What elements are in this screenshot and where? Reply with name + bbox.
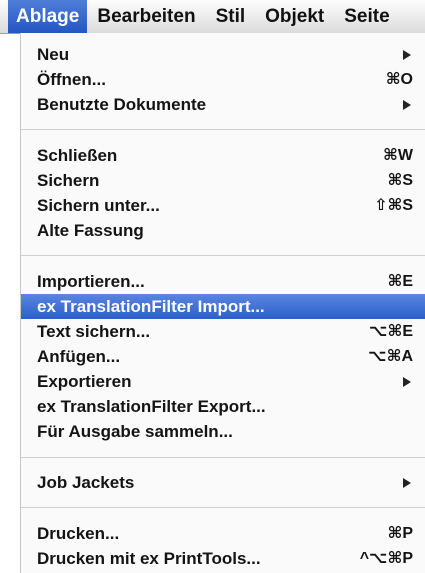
menu-item-drucken-printtools[interactable]: Drucken mit ex PrintTools... ^⌥⌘P bbox=[21, 546, 425, 571]
submenu-arrow-icon bbox=[403, 100, 411, 110]
menu-item-translationfilter-export[interactable]: ex TranslationFilter Export... bbox=[21, 394, 425, 419]
submenu-arrow-icon bbox=[403, 50, 411, 60]
menu-item-fuer-ausgabe-sammeln[interactable]: Für Ausgabe sammeln... bbox=[21, 419, 425, 444]
shortcut-label: ⌘O bbox=[385, 71, 413, 88]
shortcut-label: ⇧⌘S bbox=[374, 197, 413, 214]
shortcut-label: ⌘S bbox=[387, 172, 413, 189]
menu-item-label: Anfügen... bbox=[37, 346, 121, 366]
shortcut-label: ⌘P bbox=[387, 525, 413, 542]
menu-item-benutzte-dokumente[interactable]: Benutzte Dokumente bbox=[21, 92, 425, 117]
menu-item-neu[interactable]: Neu bbox=[21, 42, 425, 67]
menu-item-oeffnen[interactable]: Öffnen... ⌘O bbox=[21, 67, 425, 92]
menu-separator bbox=[21, 129, 425, 130]
menu-item-text-sichern[interactable]: Text sichern... ⌥⌘E bbox=[21, 319, 425, 344]
menu-item-label: Öffnen... bbox=[37, 69, 106, 89]
menu-item-label: Drucken... bbox=[37, 523, 120, 543]
menu-separator bbox=[21, 255, 425, 256]
menu-item-sichern[interactable]: Sichern ⌘S bbox=[21, 168, 425, 193]
shortcut-label: ^⌥⌘P bbox=[359, 550, 413, 567]
submenu-arrow-icon bbox=[403, 377, 411, 387]
menu-item-label: Schließen bbox=[37, 145, 118, 165]
menu-item-label: Sichern unter... bbox=[37, 195, 160, 215]
menu-item-sichern-unter[interactable]: Sichern unter... ⇧⌘S bbox=[21, 193, 425, 218]
menubar-objekt[interactable]: Objekt bbox=[255, 0, 334, 33]
menu-item-label: Neu bbox=[37, 44, 70, 64]
menu-item-schliessen[interactable]: Schließen ⌘W bbox=[21, 143, 425, 168]
menu-item-label: Text sichern... bbox=[37, 321, 151, 341]
menu-item-label: Importieren... bbox=[37, 271, 145, 291]
menu-item-translationfilter-import[interactable]: ex TranslationFilter Import... bbox=[21, 294, 425, 319]
shortcut-label: ⌘E bbox=[387, 273, 413, 290]
menu-item-drucken[interactable]: Drucken... ⌘P bbox=[21, 521, 425, 546]
shortcut-label: ⌘W bbox=[383, 147, 413, 164]
menubar-ablage[interactable]: Ablage bbox=[8, 0, 88, 33]
submenu-arrow-icon bbox=[403, 478, 411, 488]
menu-item-label: ex TranslationFilter Export... bbox=[37, 396, 266, 416]
menu-item-exportieren[interactable]: Exportieren bbox=[21, 369, 425, 394]
menu-item-label: Alte Fassung bbox=[37, 220, 144, 240]
menu-separator bbox=[21, 457, 425, 458]
menu-item-label: Job Jackets bbox=[37, 472, 135, 492]
menu-item-alte-fassung[interactable]: Alte Fassung bbox=[21, 218, 425, 243]
ablage-menu: Neu Öffnen... ⌘O Benutzte Dokumente Schl… bbox=[20, 33, 425, 573]
menu-item-label: Sichern bbox=[37, 170, 100, 190]
menu-item-label: Drucken mit ex PrintTools... bbox=[37, 548, 261, 568]
menu-separator bbox=[21, 507, 425, 508]
menu-item-label: Benutzte Dokumente bbox=[37, 94, 207, 114]
shortcut-label: ⌥⌘A bbox=[368, 348, 413, 365]
menu-item-label: ex TranslationFilter Import... bbox=[37, 296, 265, 316]
menubar-seite[interactable]: Seite bbox=[334, 0, 399, 33]
menubar-bearbeiten[interactable]: Bearbeiten bbox=[87, 0, 205, 33]
shortcut-label: ⌥⌘E bbox=[369, 323, 413, 340]
menubar-stil[interactable]: Stil bbox=[206, 0, 256, 33]
menu-bar: Ablage Bearbeiten Stil Objekt Seite bbox=[0, 0, 425, 34]
menu-item-importieren[interactable]: Importieren... ⌘E bbox=[21, 269, 425, 294]
menu-item-label: Für Ausgabe sammeln... bbox=[37, 421, 233, 441]
menu-item-label: Exportieren bbox=[37, 371, 132, 391]
menu-item-job-jackets[interactable]: Job Jackets bbox=[21, 470, 425, 495]
menu-item-anfuegen[interactable]: Anfügen... ⌥⌘A bbox=[21, 344, 425, 369]
